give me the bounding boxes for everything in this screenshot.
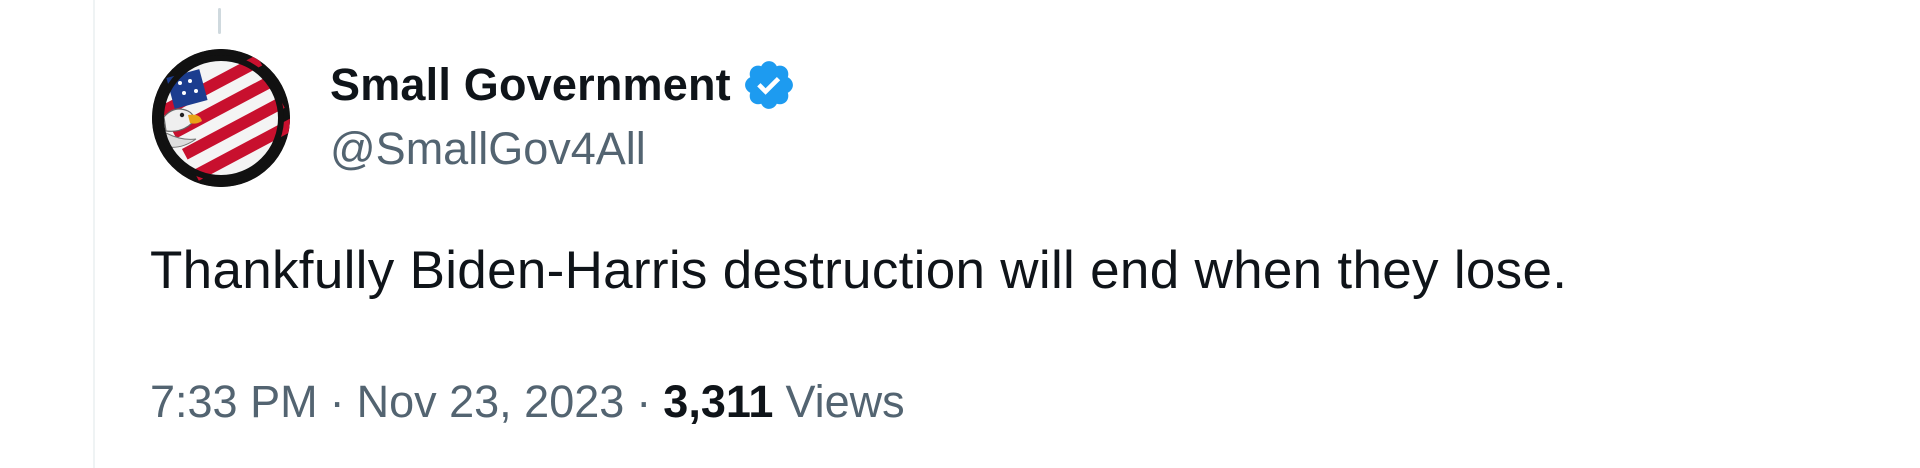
thread-connector-line (218, 8, 221, 34)
meta-separator: · (636, 376, 652, 427)
tweet-text: Thankfully Biden-Harris destruction will… (150, 241, 1568, 300)
tweet-date[interactable]: Nov 23, 2023 (357, 376, 625, 428)
author-handle[interactable]: @SmallGov4All (330, 123, 646, 175)
column-divider (93, 0, 95, 468)
avatar[interactable] (152, 49, 290, 187)
verified-badge-icon[interactable] (741, 57, 797, 113)
tweet-page: Small Government @SmallGov4All Thankfull… (0, 0, 1920, 468)
tweet-time[interactable]: 7:33 PM (150, 376, 318, 428)
meta-separator: · (329, 376, 345, 427)
views-count[interactable]: 3,311 (663, 376, 773, 428)
views-label[interactable]: Views (785, 376, 904, 428)
author-name-row[interactable]: Small Government (330, 50, 797, 120)
eagle-flag-avatar-icon (152, 49, 290, 187)
tweet-metadata: 7:33 PM · Nov 23, 2023 · 3,311 Views (150, 376, 905, 428)
author-display-name[interactable]: Small Government (330, 59, 731, 111)
